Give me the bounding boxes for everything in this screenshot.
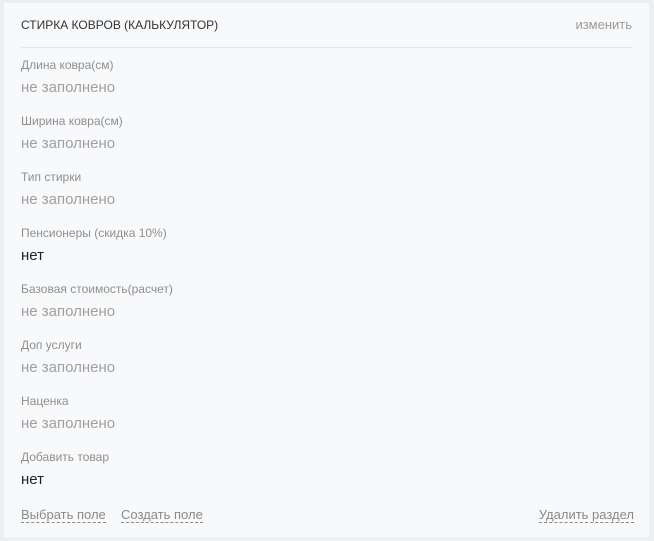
field-label: Добавить товар [21,450,109,464]
field-value: не заполнено [21,415,116,432]
field-value: не заполнено [21,303,116,320]
field-value: не заполнено [21,191,116,208]
field-label: Доп услуги [21,338,82,352]
field-item: Пенсионеры (скидка 10%) нет [21,226,167,265]
field-label: Длина ковра(см) [21,58,114,72]
field-item: Наценка не заполнено [21,394,115,433]
field-value: не заполнено [21,79,116,96]
field-item: Доп услуги не заполнено [21,338,115,377]
field-item: Базовая стоимость(расчет) не заполнено [21,282,173,321]
select-field-link[interactable]: Выбрать поле [21,507,106,523]
section-title: СТИРКА КОВРОВ (КАЛЬКУЛЯТОР) [21,18,219,32]
field-item: Длина ковра(см) не заполнено [21,58,115,97]
create-field-link[interactable]: Создать поле [121,507,203,523]
field-label: Тип стирки [21,170,82,184]
edit-link[interactable]: изменить [575,17,632,32]
delete-section-link[interactable]: Удалить раздел [538,507,634,523]
field-label: Базовая стоимость(расчет) [21,282,173,296]
field-label: Пенсионеры (скидка 10%) [21,226,167,240]
field-label: Ширина ковра(см) [21,114,123,128]
field-label: Наценка [21,394,69,408]
field-value: нет [21,247,44,264]
field-value: не заполнено [21,359,116,376]
field-value: не заполнено [21,135,116,152]
field-item: Ширина ковра(см) не заполнено [21,114,123,153]
section-card: СТИРКА КОВРОВ (КАЛЬКУЛЯТОР) изменить Дли… [4,3,649,537]
field-item: Добавить товар нет [21,450,109,489]
field-value: нет [21,471,44,488]
section-header: СТИРКА КОВРОВ (КАЛЬКУЛЯТОР) изменить [21,3,632,48]
field-item: Тип стирки не заполнено [21,170,115,209]
